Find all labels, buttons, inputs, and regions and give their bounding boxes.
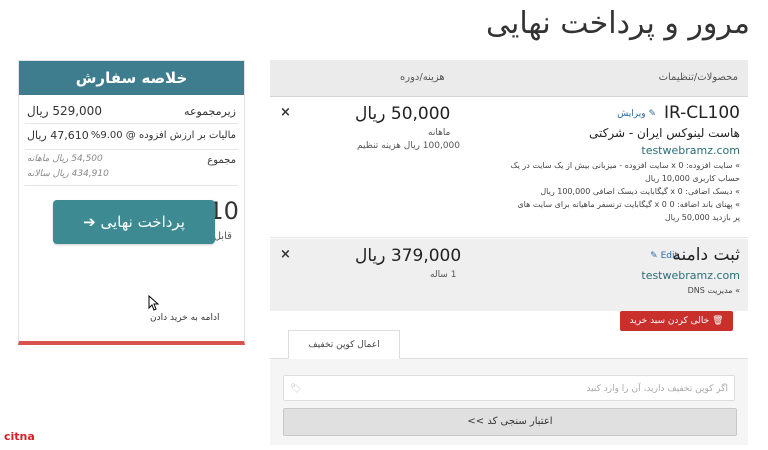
continue-shopping-note[interactable]: ادامه به خرید دادن — [150, 313, 219, 323]
product-domain: testwebramz.com — [641, 269, 740, 282]
page-title: مرور و پرداخت نهایی — [486, 6, 750, 41]
feature-line: پر بازدید 50,000 ریال — [664, 213, 740, 222]
dns-management-label: » مدیریت DNS — [687, 286, 740, 295]
pencil-icon: ✎ — [650, 251, 658, 261]
edit-item-link[interactable]: ✎ ویرایش — [617, 109, 656, 119]
cart-item-row: IR-CL100 ✎ ویرایش هاست لینوکس ایران - شر… — [270, 97, 748, 238]
coupon-code-input[interactable]: 🏷 اگر کوپن تخفیف دارید، آن را وارد کنید — [283, 375, 735, 401]
summary-divider — [25, 185, 238, 186]
product-domain: testwebramz.com — [641, 144, 740, 157]
tag-icon: 🏷 — [290, 384, 302, 394]
tab-apply-coupon[interactable]: اعمال کوپن تخفیف — [288, 330, 400, 359]
billing-cycle: 1 ساله — [430, 270, 457, 280]
feature-line: » دیسک اضافی: 0 x گیگابایت دیسک اضافی 10… — [540, 187, 740, 196]
feature-line: » پهنای باند اضافه: 0 x 0 گیگابایت ترنسف… — [517, 200, 740, 209]
billing-cycle: ماهانه — [428, 128, 451, 138]
subtotal-label: زیرمجموعه — [184, 105, 236, 118]
cart-item-row: ثبت دامنه Edit ✎ testwebramz.com » مدیری… — [270, 239, 748, 311]
order-summary-header: خلاصه سفارش — [19, 61, 244, 95]
feature-line: حساب کاربری 10,000 ریال — [644, 174, 740, 183]
pencil-icon: ✎ — [648, 109, 656, 119]
remove-item-icon[interactable]: × — [280, 247, 291, 262]
citna-watermark-logo: citna — [4, 430, 35, 443]
product-features: » سایت افزوده: 0 x سایت افزوده - میزبانی… — [490, 159, 740, 224]
edit-label: Edit — [660, 251, 678, 261]
vat-label: مالیات بر ارزش افزوده @ 9.00% — [90, 130, 236, 141]
remove-item-icon[interactable]: × — [280, 105, 291, 120]
checkout-button[interactable]: پرداخت نهایی ➔ — [53, 200, 215, 244]
empty-cart-label: خالی کردن سبد خرید — [629, 316, 710, 326]
empty-cart-button[interactable]: 🗑 خالی کردن سبد خرید — [620, 311, 733, 331]
setup-fee: 100,000 ریال هزینه تنظیم — [357, 141, 461, 151]
edit-label: ویرایش — [617, 109, 646, 119]
subtotal-value: 529,000 ریال — [27, 104, 102, 118]
vat-value: 47,610 ریال — [27, 129, 89, 142]
column-price: هزینه/دوره — [400, 72, 445, 83]
validate-code-button[interactable]: اعتبار سنجی کد >> — [283, 408, 737, 436]
summary-divider — [25, 149, 238, 150]
yearly-total: 434,910 ریال سالانه — [27, 169, 109, 179]
product-name: ثبت دامنه — [672, 245, 740, 265]
edit-item-link[interactable]: Edit ✎ — [650, 251, 678, 261]
summary-divider — [25, 123, 238, 124]
trash-icon: 🗑 — [712, 316, 724, 326]
coupon-placeholder: اگر کوپن تخفیف دارید، آن را وارد کنید — [586, 384, 728, 394]
cart-table-header: محصولات/تنظیمات هزینه/دوره — [270, 60, 748, 97]
column-products: محصولات/تنظیمات — [658, 72, 738, 83]
monthly-total: 54,500 ریال ماهانه — [27, 154, 103, 164]
feature-line: » سایت افزوده: 0 x سایت افزوده - میزبانی… — [510, 161, 740, 170]
product-name: IR-CL100 — [663, 103, 740, 123]
totals-label: مجموع — [207, 155, 236, 166]
product-subtitle: هاست لینوکس ایران - شرکتی — [589, 126, 740, 140]
mouse-cursor-icon — [148, 295, 160, 311]
item-price: 379,000 ریال — [355, 246, 462, 266]
item-price: 50,000 ریال — [355, 104, 451, 124]
